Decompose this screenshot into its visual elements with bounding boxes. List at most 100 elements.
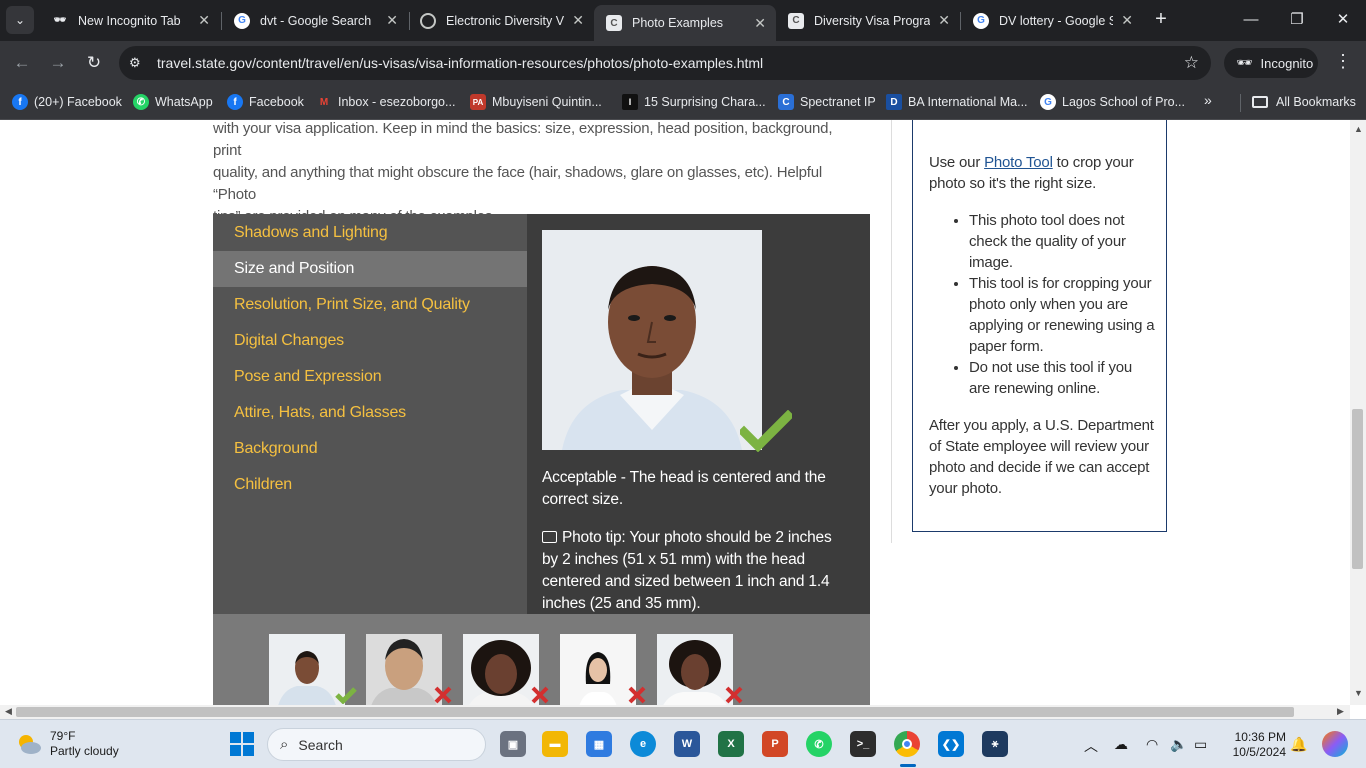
menu-item-size-position[interactable]: Size and Position: [213, 251, 527, 287]
address-bar[interactable]: ⚙ travel.state.gov/content/travel/en/us-…: [119, 46, 1211, 80]
bookmark-item[interactable]: G Lagos School of Pro...: [1040, 92, 1185, 112]
thumbnail-strip: [213, 614, 870, 705]
photo-tool-link[interactable]: Photo Tool: [984, 154, 1053, 171]
thumbnail[interactable]: [657, 634, 733, 705]
tab-diversity-visa[interactable]: C Diversity Visa Progra ✕: [776, 5, 960, 36]
show-hidden-icons[interactable]: ︿: [1084, 736, 1098, 756]
menu-icon[interactable]: ⋮: [1331, 51, 1355, 72]
store-icon[interactable]: ▦: [586, 731, 612, 757]
taskbar-search[interactable]: ⌕ Search: [267, 728, 486, 761]
google-icon: G: [234, 12, 250, 29]
volume-muted-icon[interactable]: 🔈: [1170, 736, 1187, 753]
tab-dvt-search[interactable]: G dvt - Google Search ✕: [222, 5, 408, 36]
scroll-right-icon[interactable]: ▶: [1337, 706, 1344, 717]
bookmark-star-icon[interactable]: ☆: [1184, 53, 1199, 73]
all-bookmarks-button[interactable]: All Bookmarks: [1252, 92, 1356, 112]
edge-icon[interactable]: e: [630, 731, 656, 757]
bookmark-item[interactable]: M Inbox - esezoborgo...: [316, 92, 456, 112]
reload-icon[interactable]: ↻: [82, 51, 106, 75]
pa-icon: PA: [470, 94, 486, 110]
tab-search-button[interactable]: ⌄: [6, 6, 34, 34]
close-tab-icon[interactable]: ✕: [1121, 12, 1133, 29]
minimize-icon[interactable]: —: [1236, 8, 1266, 32]
horizontal-scroll-thumb[interactable]: [16, 707, 1294, 717]
new-tab-icon[interactable]: +: [1150, 8, 1172, 30]
thumbnail[interactable]: [463, 634, 539, 705]
notification-bell-icon[interactable]: 🔔: [1290, 736, 1307, 753]
excel-icon[interactable]: X: [718, 731, 744, 757]
terminal-icon[interactable]: >_: [850, 731, 876, 757]
bookmark-item[interactable]: PA Mbuyiseni Quintin...: [470, 92, 602, 112]
close-window-icon[interactable]: ✕: [1328, 8, 1358, 32]
menu-item-children[interactable]: Children: [213, 467, 527, 503]
clock[interactable]: 10:36 PM 10/5/2024: [1226, 730, 1286, 760]
wifi-icon[interactable]: ◠: [1146, 736, 1158, 753]
bookmark-item[interactable]: I 15 Surprising Chara...: [622, 92, 766, 112]
bookmark-label: Spectranet IP: [800, 95, 876, 109]
onedrive-icon[interactable]: ☁: [1114, 736, 1128, 753]
close-tab-icon[interactable]: ✕: [572, 12, 584, 29]
powerpoint-icon[interactable]: P: [762, 731, 788, 757]
bookmarks-bar: f (20+) Facebook ✆ WhatsApp f Facebook M…: [0, 84, 1366, 120]
thumbnail[interactable]: [560, 634, 636, 705]
menu-item-pose[interactable]: Pose and Expression: [213, 359, 527, 395]
menu-item-shadows[interactable]: Shadows and Lighting: [213, 215, 527, 251]
more-bookmarks-icon[interactable]: »: [1204, 92, 1212, 108]
whatsapp-icon[interactable]: ✆: [806, 731, 832, 757]
weather-widget[interactable]: 79°F Partly cloudy: [16, 729, 119, 759]
bookmark-item[interactable]: f Facebook: [227, 92, 304, 112]
word-icon[interactable]: W: [674, 731, 700, 757]
caption-line: correct size.: [542, 491, 623, 508]
menu-item-attire[interactable]: Attire, Hats, and Glasses: [213, 395, 527, 431]
thumbnail[interactable]: [366, 634, 442, 705]
incognito-indicator[interactable]: 🕶 Incognito: [1224, 48, 1318, 78]
close-tab-icon[interactable]: ✕: [386, 12, 398, 29]
close-tab-icon[interactable]: ✕: [754, 15, 766, 32]
network-app-icon[interactable]: ⚹: [982, 731, 1008, 757]
tab-new-incognito[interactable]: 🕶 New Incognito Tab ✕: [40, 5, 220, 36]
task-view-icon[interactable]: ▣: [500, 731, 526, 757]
vertical-scroll-thumb[interactable]: [1352, 409, 1363, 569]
weather-desc: Partly cloudy: [50, 744, 119, 758]
bookmark-label: Lagos School of Pro...: [1062, 95, 1185, 109]
bookmark-item[interactable]: D BA International Ma...: [886, 92, 1028, 112]
intro-line: with your visa application. Keep in mind…: [213, 120, 833, 159]
back-icon[interactable]: ←: [10, 51, 34, 75]
weather-temp: 79°F: [50, 729, 76, 743]
tab-dv-lottery[interactable]: G DV lottery - Google S ✕: [961, 5, 1143, 36]
chrome-icon[interactable]: [894, 731, 920, 757]
scroll-left-icon[interactable]: ◀: [5, 706, 12, 717]
bookmark-item[interactable]: f (20+) Facebook: [12, 92, 122, 112]
menu-item-digital-changes[interactable]: Digital Changes: [213, 323, 527, 359]
site-info-icon[interactable]: ⚙: [129, 55, 147, 71]
tab-title: DV lottery - Google S: [999, 13, 1114, 28]
ink-icon: I: [622, 94, 638, 110]
tab-strip: ⌄ 🕶 New Incognito Tab ✕ G dvt - Google S…: [0, 0, 1366, 41]
bookmark-item[interactable]: C Spectranet IP: [778, 92, 876, 112]
browser-chrome: ⌄ 🕶 New Incognito Tab ✕ G dvt - Google S…: [0, 0, 1366, 120]
scroll-up-icon[interactable]: ▲: [1354, 124, 1363, 134]
bookmark-item[interactable]: ✆ WhatsApp: [133, 92, 213, 112]
scroll-down-icon[interactable]: ▼: [1354, 688, 1363, 698]
url-text[interactable]: travel.state.gov/content/travel/en/us-vi…: [157, 55, 1184, 71]
tab-electronic-dv[interactable]: Electronic Diversity Vi ✕: [408, 5, 594, 36]
copilot-icon[interactable]: [1322, 731, 1348, 757]
forward-icon[interactable]: →: [46, 51, 70, 75]
menu-item-resolution[interactable]: Resolution, Print Size, and Quality: [213, 287, 527, 323]
tab-title: Electronic Diversity Vi: [446, 13, 565, 28]
browser-toolbar: ← → ↻ ⚙ travel.state.gov/content/travel/…: [0, 41, 1366, 84]
category-menu: Shadows and Lighting Size and Position R…: [213, 214, 527, 614]
battery-icon[interactable]: ▭: [1194, 736, 1207, 753]
close-tab-icon[interactable]: ✕: [198, 12, 210, 29]
vscode-icon[interactable]: ❮❯: [938, 731, 964, 757]
thumbnail[interactable]: [269, 634, 345, 705]
file-explorer-icon[interactable]: ▬: [542, 731, 568, 757]
menu-item-background[interactable]: Background: [213, 431, 527, 467]
all-bookmarks-label: All Bookmarks: [1276, 95, 1356, 109]
review-paragraph: After you apply, a U.S. Department of St…: [929, 417, 1154, 497]
tab-photo-examples[interactable]: C Photo Examples ✕: [594, 5, 776, 41]
restore-icon[interactable]: ❐: [1282, 8, 1312, 32]
windows-start-icon[interactable]: [230, 732, 254, 756]
close-tab-icon[interactable]: ✕: [938, 12, 950, 29]
check-icon: [335, 687, 357, 704]
